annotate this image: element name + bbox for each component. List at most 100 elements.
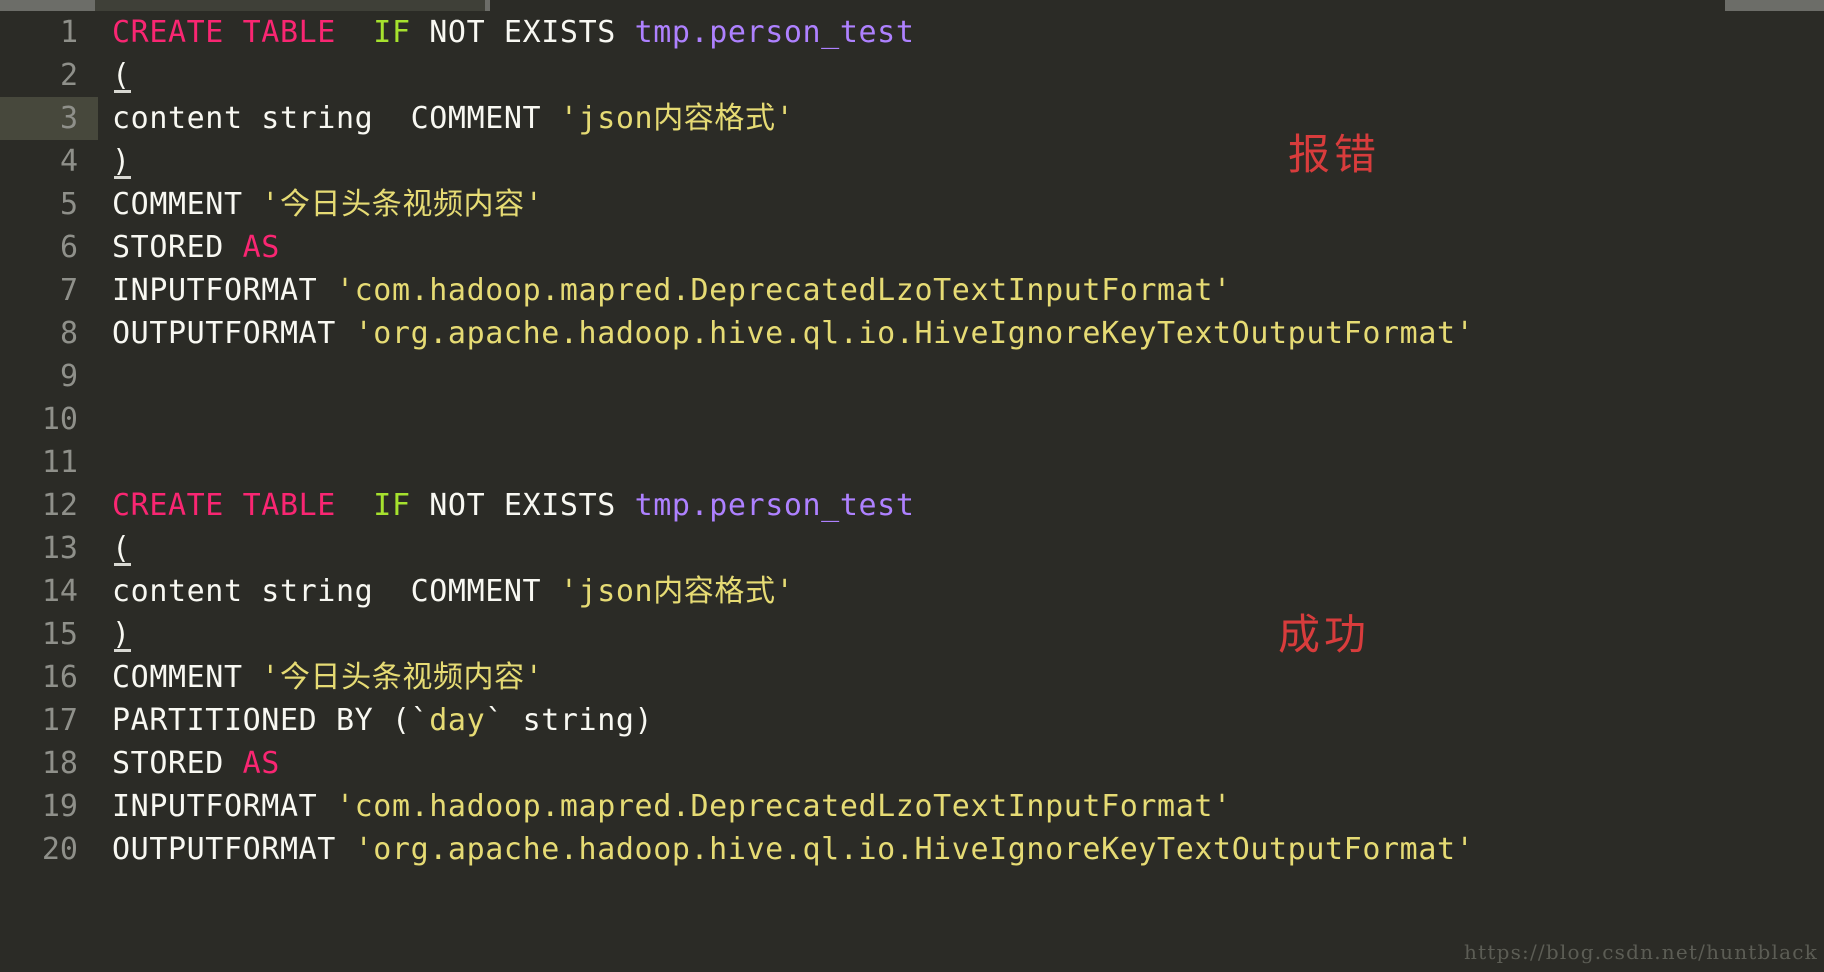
code-line[interactable]: 10 [0,398,1824,441]
token: IF [373,488,411,523]
tab-strip [0,0,1824,11]
token: COMMENT [112,187,262,222]
code-line[interactable]: 1 CREATE TABLE IF NOT EXISTS tmp.person_t… [0,11,1824,54]
code-text[interactable]: content string COMMENT 'json内容格式' [112,570,794,613]
code-line[interactable]: 12 CREATE TABLE IF NOT EXISTS tmp.person_… [0,484,1824,527]
token: AS [242,746,280,781]
code-text[interactable]: PARTITIONED BY (`day` string) [112,699,653,742]
token: 'com.hadoop.mapred.DeprecatedLzoTextInpu… [335,789,1232,824]
code-text[interactable]: CREATE TABLE IF NOT EXISTS tmp.person_te… [112,11,915,54]
token: tmp.person_test [634,488,915,523]
line-number: 8 [59,316,78,351]
token: COMMENT [112,660,262,695]
line-number: 9 [59,359,78,394]
token: STORED [112,746,243,781]
code-text[interactable]: content string COMMENT 'json内容格式' [112,97,794,140]
watermark: https://blog.csdn.net/huntblack [1464,940,1818,964]
token: ` string) [485,703,654,738]
line-number: 16 [41,660,78,695]
token: INPUTFORMAT [112,789,336,824]
code-line[interactable]: 5 COMMENT '今日头条视频内容' [0,183,1824,226]
editor-window: 1 CREATE TABLE IF NOT EXISTS tmp.person_t… [0,0,1824,972]
tab-item-1[interactable] [95,0,485,11]
token: ( [112,531,131,566]
code-line[interactable]: 3 content string COMMENT 'json内容格式' [0,97,1824,140]
code-line[interactable]: 7 INPUTFORMAT 'com.hadoop.mapred.Deprecat… [0,269,1824,312]
token: '今日头条视频内容' [261,187,544,222]
token: CREATE TABLE [112,488,355,523]
code-line[interactable]: 8 OUTPUTFORMAT 'org.apache.hadoop.hive.ql… [0,312,1824,355]
token: 'json内容格式' [559,101,795,136]
line-number: 12 [41,488,78,523]
line-number: 6 [59,230,78,265]
token: 'com.hadoop.mapred.DeprecatedLzoTextInpu… [335,273,1232,308]
code-line[interactable]: 16 COMMENT '今日头条视频内容' [0,656,1824,699]
token: PARTITIONED BY (` [112,703,430,738]
annotation-error: 报错 [1288,130,1381,179]
line-number: 20 [41,832,78,867]
line-number: 7 [59,273,78,308]
line-number: 18 [41,746,78,781]
line-number: 2 [59,58,78,93]
code-text[interactable]: OUTPUTFORMAT 'org.apache.hadoop.hive.ql.… [112,828,1474,871]
code-line[interactable]: 15) [0,613,1824,656]
code-text[interactable]: CREATE TABLE IF NOT EXISTS tmp.person_te… [112,484,915,527]
code-line[interactable]: 13 ( [0,527,1824,570]
token: 'org.apache.hadoop.hive.ql.io.HiveIgnore… [354,316,1475,351]
line-number: 17 [41,703,78,738]
text-caret [114,90,131,93]
code-line[interactable]: 11 [0,441,1824,484]
token: tmp.person_test [634,15,915,50]
code-text[interactable]: STORED AS [112,742,280,785]
token: OUTPUTFORMAT [112,316,355,351]
line-number: 3 [59,101,78,136]
code-text[interactable]: INPUTFORMAT 'com.hadoop.mapred.Deprecate… [112,269,1232,312]
code-text[interactable]: OUTPUTFORMAT 'org.apache.hadoop.hive.ql.… [112,312,1474,355]
line-number: 14 [41,574,78,609]
line-number: 1 [59,15,78,50]
token: ) [112,144,131,179]
token: ) [112,617,131,652]
code-line[interactable]: 6 STORED AS [0,226,1824,269]
token: content string COMMENT [112,101,560,136]
line-number: 15 [41,617,78,652]
token: CREATE TABLE [112,15,355,50]
token: NOT EXISTS [410,15,635,50]
code-text[interactable]: INPUTFORMAT 'com.hadoop.mapred.Deprecate… [112,785,1232,828]
code-line[interactable]: 14 content string COMMENT 'json内容格式' [0,570,1824,613]
code-line[interactable]: 9 [0,355,1824,398]
token: ( [112,58,131,93]
text-caret [114,176,131,179]
token: NOT EXISTS [410,488,635,523]
token: 'org.apache.hadoop.hive.ql.io.HiveIgnore… [354,832,1475,867]
code-line[interactable]: 17 PARTITIONED BY (`day` string) [0,699,1824,742]
line-number: 4 [59,144,78,179]
code-line[interactable]: 4) [0,140,1824,183]
code-text[interactable]: COMMENT '今日头条视频内容' [112,656,543,699]
code-line[interactable]: 2( [0,54,1824,97]
line-number: 19 [41,789,78,824]
code-text[interactable]: STORED AS [112,226,280,269]
code-editor[interactable]: 1 CREATE TABLE IF NOT EXISTS tmp.person_t… [0,11,1824,972]
line-number: 10 [41,402,78,437]
token: content string COMMENT [112,574,560,609]
code-line[interactable]: 20 OUTPUTFORMAT 'org.apache.hadoop.hive.q… [0,828,1824,871]
token: '今日头条视频内容' [261,660,544,695]
text-caret [114,563,131,566]
line-number: 11 [41,445,78,480]
token: OUTPUTFORMAT [112,832,355,867]
code-lines: 1 CREATE TABLE IF NOT EXISTS tmp.person_t… [0,11,1824,871]
token: AS [242,230,280,265]
tab-item-2-active[interactable] [490,0,1725,11]
line-number: 13 [41,531,78,566]
line-number: 5 [59,187,78,222]
annotation-success: 成功 [1278,610,1371,659]
token: INPUTFORMAT [112,273,336,308]
code-line[interactable]: 18 STORED AS [0,742,1824,785]
code-line[interactable]: 19 INPUTFORMAT 'com.hadoop.mapred.Depreca… [0,785,1824,828]
text-caret [114,649,131,652]
code-text[interactable]: COMMENT '今日头条视频内容' [112,183,543,226]
token: IF [373,15,411,50]
